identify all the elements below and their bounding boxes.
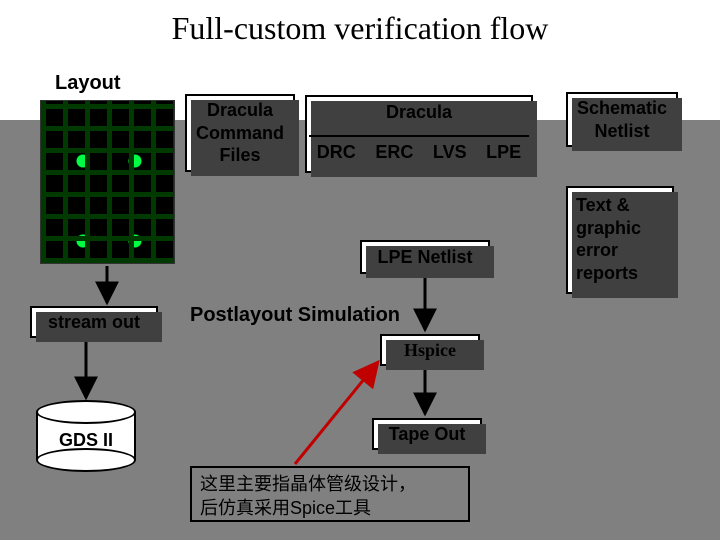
- check-lpe: LPE: [486, 141, 521, 164]
- error-reports-box: Text & graphic error reports: [566, 186, 674, 294]
- gdsii-label: GDS II: [36, 430, 136, 451]
- annotation-box: 这里主要指晶体管级设计， 后仿真采用Spice工具: [190, 466, 470, 522]
- dracula-box: Dracula DRC ERC LVS LPE: [305, 95, 533, 173]
- check-erc: ERC: [375, 141, 413, 164]
- layout-label: Layout: [55, 72, 121, 95]
- layout-chip-image: [40, 100, 175, 264]
- dracula-command-files-box: Dracula Command Files: [185, 94, 295, 172]
- stream-out-box: stream out: [30, 306, 158, 338]
- lpe-netlist-box: LPE Netlist: [360, 240, 490, 274]
- annotation-line-2: 后仿真采用Spice工具: [200, 496, 460, 520]
- check-drc: DRC: [317, 141, 356, 164]
- annotation-line-1: 这里主要指晶体管级设计，: [200, 472, 460, 496]
- check-lvs: LVS: [433, 141, 467, 164]
- dracula-checks-row: DRC ERC LVS LPE: [307, 141, 531, 164]
- postlayout-simulation-label: Postlayout Simulation: [190, 304, 400, 327]
- dracula-divider: [309, 135, 529, 137]
- dracula-box-title: Dracula: [309, 101, 529, 124]
- gdsii-cylinder: GDS II: [36, 400, 136, 472]
- tape-out-box: Tape Out: [372, 418, 482, 450]
- page-title: Full-custom verification flow: [0, 0, 720, 55]
- hspice-box: Hspice: [380, 334, 480, 366]
- schematic-netlist-box: Schematic Netlist: [566, 92, 678, 147]
